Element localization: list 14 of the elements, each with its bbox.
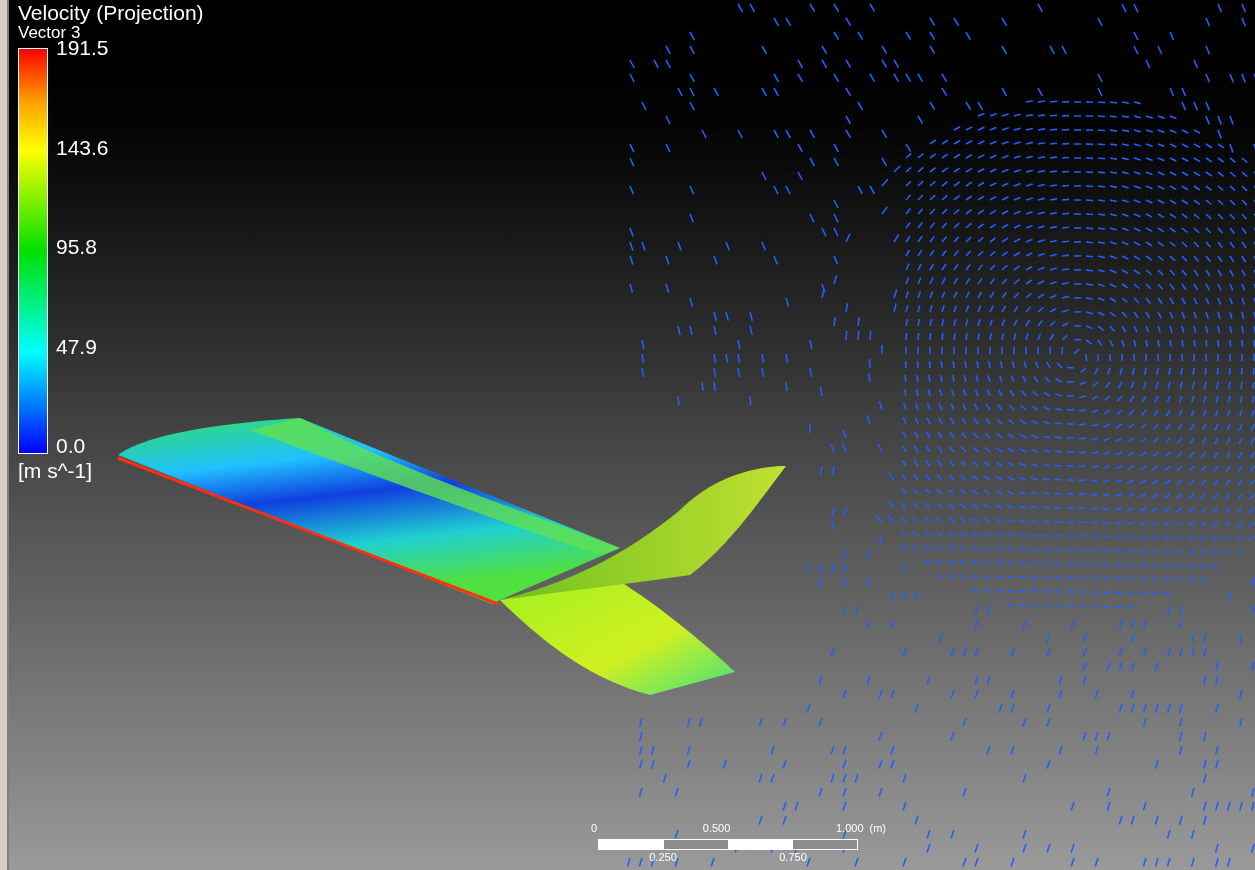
legend-value: 143.6 (56, 136, 109, 159)
legend-title: Velocity (Projection) (18, 2, 204, 24)
scale-segment (792, 840, 857, 849)
legend-value: 95.8 (56, 236, 98, 258)
scale-label: 1.000 (835, 821, 864, 835)
scale-label: 0.750 (779, 850, 807, 864)
legend-value: 47.9 (56, 335, 98, 358)
scale-label: 0.500 (702, 821, 731, 835)
scale-segment (663, 840, 728, 849)
scale-label: 0 (591, 821, 598, 835)
scale-unit: (m) (869, 821, 886, 835)
legend-unit: [m s^-1] (18, 460, 94, 482)
scale-label: 0.250 (649, 850, 677, 864)
legend-value: 0.0 (56, 435, 87, 457)
